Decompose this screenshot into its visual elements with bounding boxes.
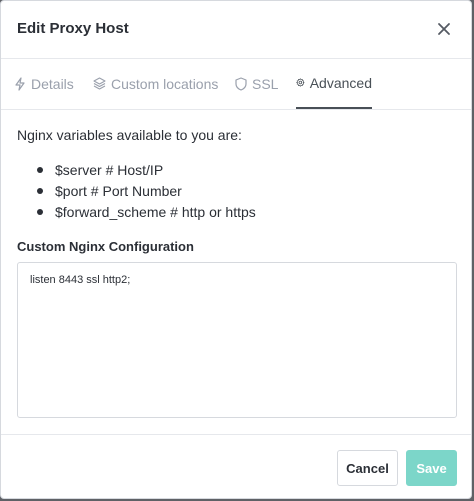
- bullet-icon: [37, 188, 43, 194]
- custom-config-textarea[interactable]: listen 8443 ssl http2;: [17, 262, 457, 418]
- cancel-button[interactable]: Cancel: [337, 450, 398, 486]
- tab-ssl[interactable]: SSL: [235, 58, 278, 109]
- tab-bar: Details Custom locations SSL Advanced: [1, 58, 471, 110]
- variable-text: $server # Host/IP: [55, 162, 164, 178]
- dialog-footer: Cancel Save: [1, 434, 471, 501]
- bolt-icon: [15, 76, 25, 91]
- list-item: $port # Port Number: [37, 181, 256, 202]
- tab-custom-locations-label: Custom locations: [111, 75, 219, 92]
- tab-advanced[interactable]: Advanced: [296, 58, 372, 109]
- bullet-icon: [37, 167, 43, 173]
- tab-custom-locations[interactable]: Custom locations: [93, 58, 218, 109]
- dialog-header: Edit Proxy Host: [1, 1, 471, 59]
- edit-proxy-host-dialog: Edit Proxy Host Details Custom locations: [0, 0, 472, 499]
- custom-config-label: Custom Nginx Configuration: [17, 239, 194, 254]
- close-icon[interactable]: [435, 20, 453, 38]
- gear-icon: [296, 78, 305, 87]
- list-item: $server # Host/IP: [37, 160, 256, 181]
- tab-advanced-label: Advanced: [309, 74, 372, 91]
- tab-details-label: Details: [31, 75, 74, 92]
- tab-ssl-label: SSL: [252, 75, 279, 92]
- variables-list: $server # Host/IP $port # Port Number $f…: [37, 160, 256, 223]
- list-item: $forward_scheme # http or https: [37, 202, 256, 223]
- variable-text: $forward_scheme # http or https: [55, 204, 256, 220]
- save-button[interactable]: Save: [406, 450, 457, 486]
- tab-details[interactable]: Details: [14, 58, 74, 109]
- bullet-icon: [37, 209, 43, 215]
- shield-icon: [235, 76, 247, 91]
- layers-icon: [93, 77, 106, 90]
- variable-text: $port # Port Number: [55, 183, 182, 199]
- variables-intro: Nginx variables available to you are:: [17, 127, 242, 143]
- dialog-title: Edit Proxy Host: [17, 20, 129, 37]
